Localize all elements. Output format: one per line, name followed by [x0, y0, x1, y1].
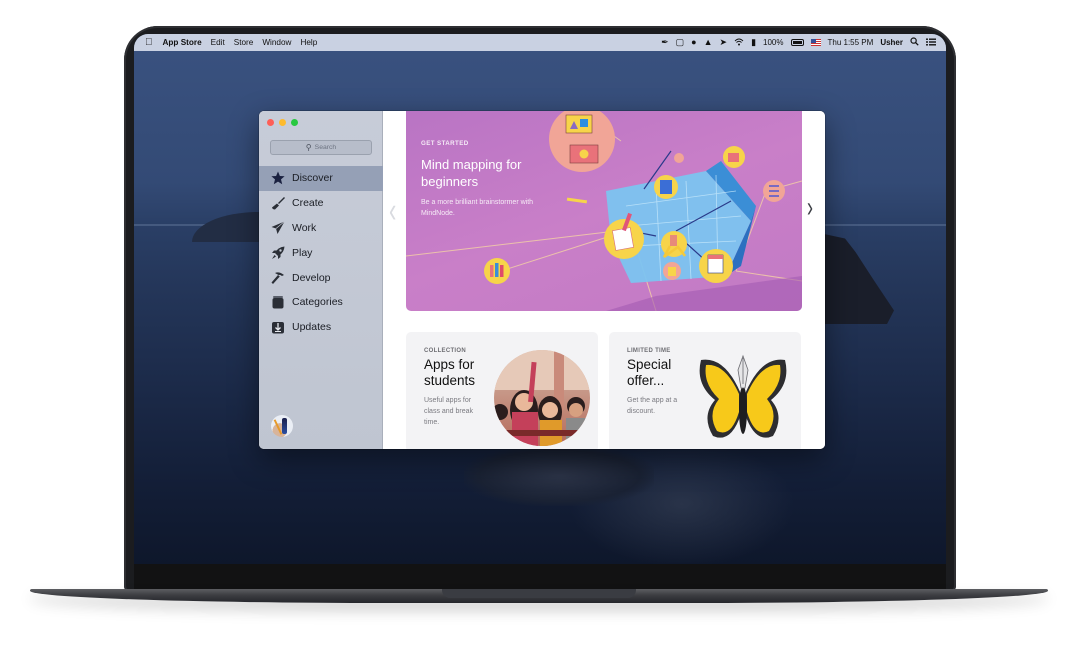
ghost-icon[interactable]: ●: [691, 38, 696, 47]
battery-icon[interactable]: [790, 39, 804, 46]
rocket-icon: [270, 246, 285, 260]
sidebar-item-develop[interactable]: Develop: [259, 265, 383, 290]
battery-percent[interactable]: 100%: [763, 38, 783, 47]
clock[interactable]: Thu 1:55 PM: [828, 38, 874, 47]
paper-plane-icon: [270, 221, 285, 235]
sidebar-item-label: Work: [292, 221, 317, 234]
sidebar-item-label: Discover: [292, 172, 333, 185]
brush-icon: [270, 196, 285, 210]
sidebar-item-updates[interactable]: Updates: [259, 315, 383, 340]
menu-bar:  App Store Edit Store Window Help ✒ ▢ ●…: [134, 34, 946, 51]
sidebar-item-label: Categories: [292, 296, 343, 309]
minimize-button[interactable]: [279, 119, 286, 126]
account-avatar[interactable]: [271, 415, 293, 437]
sidebar-item-categories[interactable]: Categories: [259, 290, 383, 315]
banner-title: Mind mapping for beginners: [421, 157, 522, 189]
search-placeholder: Search: [314, 144, 337, 151]
butterfly-app-icon: [699, 354, 787, 438]
app-store-window: ⚲ Search Discover Create Work Play Devel…: [259, 111, 825, 449]
wifi-icon[interactable]: [734, 38, 744, 48]
next-arrow-icon[interactable]: ›: [807, 191, 813, 225]
banner-eyebrow: GET STARTED: [421, 140, 469, 147]
hammer-icon: [270, 271, 285, 285]
window-controls: [267, 119, 298, 126]
list-icon[interactable]: [926, 38, 936, 48]
menu-help[interactable]: Help: [300, 38, 317, 47]
lid-notch: [442, 589, 636, 598]
collection-card[interactable]: COLLECTION Apps for students Useful apps…: [406, 332, 598, 449]
sidebar-nav: Discover Create Work Play Develop Catego…: [259, 166, 383, 340]
bell-icon[interactable]: ▲: [704, 38, 713, 47]
screen-bezel: [134, 564, 946, 590]
card-eyebrow: LIMITED TIME: [627, 348, 671, 354]
search-icon: ⚲: [305, 143, 312, 152]
sidebar: ⚲ Search Discover Create Work Play Devel…: [259, 111, 383, 449]
students-illustration: [494, 350, 590, 446]
zoom-button[interactable]: [291, 119, 298, 126]
card-title: Special offer...: [627, 357, 672, 388]
laptop-mockup: { "menubar": { "apple_icon": "apple-logo…: [0, 0, 1072, 667]
wallpaper-rocks: [464, 446, 654, 506]
discover-content: ‹ GET STARTED Mind mapping for beginners…: [383, 111, 825, 449]
menu-store[interactable]: Store: [234, 38, 254, 47]
sidebar-item-discover[interactable]: Discover: [259, 166, 383, 191]
menu-app-name[interactable]: App Store: [163, 38, 202, 47]
sidebar-item-label: Develop: [292, 271, 331, 284]
volume-icon[interactable]: ▮: [751, 38, 756, 47]
window-icon[interactable]: ▢: [676, 38, 685, 47]
card-title: Apps for students: [424, 357, 476, 388]
arrow-icon[interactable]: ➤: [720, 38, 728, 47]
search-icon[interactable]: [910, 37, 919, 48]
sidebar-item-label: Updates: [292, 321, 332, 334]
menu-window[interactable]: Window: [262, 38, 291, 47]
star-icon: [270, 171, 285, 185]
sidebar-item-play[interactable]: Play: [259, 240, 383, 265]
card-subtitle: Useful apps for class and break time.: [424, 397, 474, 426]
search-input[interactable]: ⚲ Search: [270, 140, 372, 155]
banner-subtitle: Be a more brilliant brainstormer with Mi…: [421, 199, 534, 217]
card-subtitle: Get the app at a discount.: [627, 397, 678, 415]
featured-banner[interactable]: GET STARTED Mind mapping for beginners B…: [406, 111, 802, 311]
wallpaper-cliff: [824, 234, 894, 324]
card-eyebrow: COLLECTION: [424, 348, 466, 354]
limited-time-card[interactable]: LIMITED TIME Special offer... Get the ap…: [609, 332, 801, 449]
sidebar-item-label: Play: [292, 246, 313, 259]
sidebar-item-label: Create: [292, 197, 324, 210]
close-button[interactable]: [267, 119, 274, 126]
us-flag-icon[interactable]: [810, 39, 821, 46]
apple-logo-icon[interactable]: : [145, 37, 153, 48]
download-icon: [270, 320, 285, 334]
stack-icon: [270, 295, 285, 309]
desktop:  App Store Edit Store Window Help ✒ ▢ ●…: [134, 34, 946, 564]
user-name[interactable]: Usher: [880, 38, 903, 47]
sidebar-item-create[interactable]: Create: [259, 191, 383, 216]
previous-arrow-icon[interactable]: ‹: [389, 190, 396, 232]
menu-edit[interactable]: Edit: [211, 38, 225, 47]
pen-icon[interactable]: ✒: [661, 38, 669, 47]
sidebar-item-work[interactable]: Work: [259, 216, 383, 241]
status-area: ✒ ▢ ● ▲ ➤ ▮ 100% Thu 1:55 PM Usher: [661, 34, 936, 51]
